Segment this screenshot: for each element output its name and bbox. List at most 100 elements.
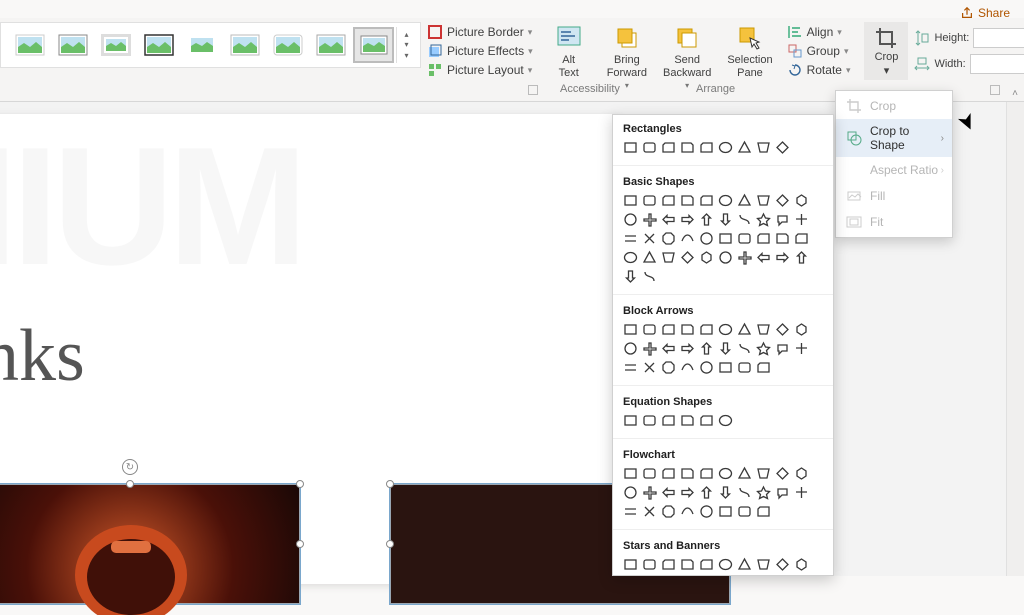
shape-option[interactable] [716, 411, 735, 430]
shape-option[interactable] [697, 191, 716, 210]
width-input[interactable] [970, 54, 1024, 74]
shape-option[interactable] [792, 248, 811, 267]
shape-option[interactable] [735, 138, 754, 157]
shape-option[interactable] [678, 320, 697, 339]
shape-option[interactable] [697, 339, 716, 358]
shape-option[interactable] [754, 464, 773, 483]
shape-option[interactable] [697, 483, 716, 502]
picture-style-thumb[interactable] [138, 27, 179, 63]
shape-option[interactable] [773, 320, 792, 339]
shape-option[interactable] [697, 320, 716, 339]
shape-option[interactable] [697, 138, 716, 157]
shape-option[interactable] [659, 248, 678, 267]
shape-option[interactable] [754, 502, 773, 521]
shape-option[interactable] [678, 483, 697, 502]
shape-option[interactable] [792, 320, 811, 339]
shape-option[interactable] [754, 248, 773, 267]
crop-button[interactable]: Crop ▾ [864, 22, 908, 80]
shape-option[interactable] [792, 210, 811, 229]
shape-option[interactable] [716, 502, 735, 521]
shape-option[interactable] [640, 411, 659, 430]
picture-border-button[interactable]: Picture Border ▾ [427, 24, 533, 40]
shape-option[interactable] [735, 464, 754, 483]
shape-option[interactable] [735, 210, 754, 229]
picture-styles-gallery[interactable]: ▴▾▾ [0, 22, 421, 68]
picture-style-thumb[interactable] [353, 27, 394, 63]
picture-style-thumb[interactable] [181, 27, 222, 63]
shape-option[interactable] [716, 320, 735, 339]
selected-image[interactable]: ↻ [0, 484, 300, 604]
shape-option[interactable] [735, 502, 754, 521]
shape-option[interactable] [773, 248, 792, 267]
shape-option[interactable] [621, 267, 640, 286]
picture-style-thumb[interactable] [52, 27, 93, 63]
shape-option[interactable] [621, 339, 640, 358]
shape-option[interactable] [621, 358, 640, 377]
shape-option[interactable] [659, 464, 678, 483]
shape-option[interactable] [773, 464, 792, 483]
shape-option[interactable] [659, 483, 678, 502]
rotate-handle[interactable]: ↻ [122, 459, 138, 475]
shape-option[interactable] [621, 411, 640, 430]
shape-option[interactable] [735, 248, 754, 267]
shape-option[interactable] [697, 210, 716, 229]
shape-option[interactable] [697, 358, 716, 377]
shape-option[interactable] [659, 138, 678, 157]
shape-option[interactable] [754, 138, 773, 157]
shape-option[interactable] [735, 358, 754, 377]
shape-option[interactable] [640, 320, 659, 339]
shape-option[interactable] [754, 229, 773, 248]
shape-option[interactable] [678, 248, 697, 267]
shape-option[interactable] [773, 483, 792, 502]
shape-option[interactable] [716, 210, 735, 229]
shape-option[interactable] [716, 191, 735, 210]
shape-option[interactable] [697, 248, 716, 267]
shape-option[interactable] [716, 229, 735, 248]
shape-option[interactable] [640, 358, 659, 377]
shape-option[interactable] [697, 411, 716, 430]
shape-option[interactable] [678, 191, 697, 210]
shape-option[interactable] [640, 464, 659, 483]
shape-option[interactable] [754, 483, 773, 502]
shape-option[interactable] [678, 502, 697, 521]
shape-option[interactable] [659, 411, 678, 430]
shape-option[interactable] [678, 210, 697, 229]
rotate-button[interactable]: Rotate ▾ [787, 62, 851, 78]
shape-option[interactable] [716, 248, 735, 267]
shape-option[interactable] [716, 483, 735, 502]
shape-option[interactable] [640, 267, 659, 286]
shape-option[interactable] [735, 320, 754, 339]
shape-option[interactable] [659, 320, 678, 339]
shape-option[interactable] [773, 138, 792, 157]
shape-option[interactable] [640, 555, 659, 574]
picture-style-thumb[interactable] [95, 27, 136, 63]
align-button[interactable]: Align ▾ [787, 24, 851, 40]
shape-option[interactable] [621, 502, 640, 521]
shape-option[interactable] [792, 339, 811, 358]
shape-option[interactable] [735, 483, 754, 502]
alt-text-button[interactable]: Alt Text [547, 22, 591, 81]
size-dialog-launcher[interactable] [990, 85, 1000, 95]
picture-layout-button[interactable]: Picture Layout ▾ [427, 62, 533, 78]
shape-option[interactable] [754, 320, 773, 339]
shape-option[interactable] [716, 138, 735, 157]
shape-option[interactable] [640, 229, 659, 248]
shape-option[interactable] [697, 229, 716, 248]
shape-option[interactable] [792, 555, 811, 574]
shape-option[interactable] [678, 411, 697, 430]
shape-option[interactable] [735, 229, 754, 248]
shape-option[interactable] [621, 555, 640, 574]
shape-option[interactable] [659, 502, 678, 521]
resize-handle[interactable] [296, 480, 304, 488]
picture-style-thumb[interactable] [224, 27, 265, 63]
shape-option[interactable] [678, 555, 697, 574]
selection-pane-button[interactable]: Selection Pane [719, 22, 780, 81]
shape-option[interactable] [621, 138, 640, 157]
shape-option[interactable] [754, 358, 773, 377]
picture-style-thumb[interactable] [9, 27, 50, 63]
shape-option[interactable] [640, 502, 659, 521]
shape-option[interactable] [773, 339, 792, 358]
shape-option[interactable] [621, 191, 640, 210]
resize-handle[interactable] [296, 540, 304, 548]
picture-style-thumb[interactable] [310, 27, 351, 63]
